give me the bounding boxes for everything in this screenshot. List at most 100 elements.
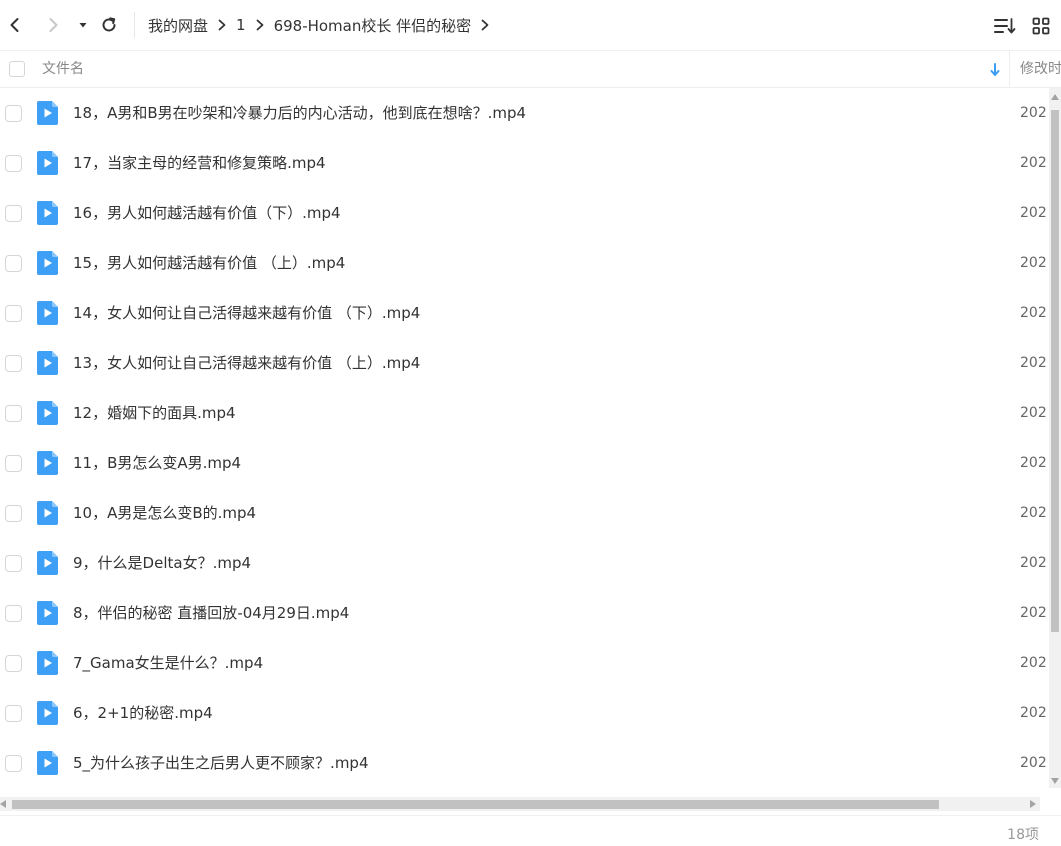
refresh-button[interactable]	[96, 12, 122, 38]
view-toggle-button[interactable]	[1029, 14, 1053, 38]
top-toolbar: 我的网盘 1 698-Homan校长 伴侣的秘密	[0, 0, 1061, 50]
file-modified-time: 202	[1020, 505, 1047, 521]
chevron-right-icon[interactable]	[480, 19, 490, 31]
file-name[interactable]: 6，2+1的秘密.mp4	[73, 688, 213, 738]
file-row[interactable]: 9，什么是Delta女？.mp4 202	[0, 538, 1049, 588]
file-row[interactable]: 11，B男怎么变A男.mp4 202	[0, 438, 1049, 488]
file-list-header: 文件名 修改时	[0, 50, 1061, 88]
file-name[interactable]: 11，B男怎么变A男.mp4	[73, 438, 241, 488]
vertical-scrollbar-thumb[interactable]	[1051, 110, 1059, 632]
file-name[interactable]: 13，女人如何让自己活得越来越有价值 （上）.mp4	[73, 338, 420, 388]
vertical-scrollbar[interactable]	[1049, 88, 1061, 788]
file-checkbox[interactable]	[5, 305, 22, 322]
file-checkbox[interactable]	[5, 555, 22, 572]
horizontal-scrollbar[interactable]	[0, 797, 1040, 811]
file-modified-time: 202	[1020, 205, 1047, 221]
file-row[interactable]: 15，男人如何越活越有价值 （上）.mp4 202	[0, 238, 1049, 288]
file-row[interactable]: 10，A男是怎么变B的.mp4 202	[0, 488, 1049, 538]
file-modified-time: 202	[1020, 605, 1047, 621]
file-checkbox[interactable]	[5, 105, 22, 122]
video-file-icon	[37, 751, 58, 775]
file-checkbox[interactable]	[5, 455, 22, 472]
file-row[interactable]: 16，男人如何越活越有价值（下）.mp4 202	[0, 188, 1049, 238]
file-name[interactable]: 7_Gama女生是什么？.mp4	[73, 638, 263, 688]
column-resize-handle[interactable]	[1009, 51, 1010, 88]
scroll-down-arrow-icon[interactable]	[1051, 778, 1059, 784]
file-row[interactable]: 7_Gama女生是什么？.mp4 202	[0, 638, 1049, 688]
file-checkbox[interactable]	[5, 155, 22, 172]
file-modified-time: 202	[1020, 255, 1047, 271]
file-name[interactable]: 8，伴侣的秘密 直播回放-04月29日.mp4	[73, 588, 349, 638]
sort-descending-icon[interactable]	[988, 62, 1002, 78]
sort-button[interactable]	[993, 14, 1017, 38]
video-file-icon	[37, 301, 58, 325]
file-modified-time: 202	[1020, 405, 1047, 421]
chevron-right-icon	[217, 19, 227, 31]
file-modified-time: 202	[1020, 655, 1047, 671]
breadcrumb-item-folder-1[interactable]: 1	[236, 16, 246, 34]
scroll-left-arrow-icon[interactable]	[0, 800, 6, 808]
file-name[interactable]: 15，男人如何越活越有价值 （上）.mp4	[73, 238, 345, 288]
file-name[interactable]: 12，婚姻下的面具.mp4	[73, 388, 236, 438]
file-checkbox[interactable]	[5, 505, 22, 522]
video-file-icon	[37, 251, 58, 275]
scroll-right-arrow-icon[interactable]	[1030, 800, 1036, 808]
scroll-up-arrow-icon[interactable]	[1051, 94, 1059, 100]
breadcrumb-item-root[interactable]: 我的网盘	[148, 15, 208, 36]
file-name[interactable]: 9，什么是Delta女？.mp4	[73, 538, 251, 588]
file-row[interactable]: 5_为什么孩子出生之后男人更不顾家？.mp4 202	[0, 738, 1049, 788]
breadcrumb-item-current-folder[interactable]: 698-Homan校长 伴侣的秘密	[274, 15, 472, 36]
file-checkbox[interactable]	[5, 205, 22, 222]
file-row[interactable]: 6，2+1的秘密.mp4 202	[0, 688, 1049, 738]
file-modified-time: 202	[1020, 755, 1047, 771]
file-modified-time: 202	[1020, 105, 1047, 121]
back-button[interactable]	[2, 12, 28, 38]
caret-down-icon	[79, 23, 87, 28]
refresh-icon	[102, 17, 116, 32]
column-header-modified[interactable]: 修改时	[1020, 51, 1061, 88]
file-name[interactable]: 18，A男和B男在吵架和冷暴力后的内心活动，他到底在想啥？.mp4	[73, 88, 526, 138]
file-modified-time: 202	[1020, 305, 1047, 321]
file-checkbox[interactable]	[5, 755, 22, 772]
video-file-icon	[37, 351, 58, 375]
file-checkbox[interactable]	[5, 605, 22, 622]
video-file-icon	[37, 101, 58, 125]
video-file-icon	[37, 501, 58, 525]
file-checkbox[interactable]	[5, 255, 22, 272]
forward-icon	[49, 18, 58, 32]
file-checkbox[interactable]	[5, 355, 22, 372]
file-modified-time: 202	[1020, 555, 1047, 571]
video-file-icon	[37, 151, 58, 175]
file-modified-time: 202	[1020, 455, 1047, 471]
video-file-icon	[37, 451, 58, 475]
file-row[interactable]: 8，伴侣的秘密 直播回放-04月29日.mp4 202	[0, 588, 1049, 638]
file-checkbox[interactable]	[5, 705, 22, 722]
grid-view-icon	[1032, 17, 1050, 35]
file-list: 18，A男和B男在吵架和冷暴力后的内心活动，他到底在想啥？.mp4 202 17，当…	[0, 88, 1049, 788]
column-header-name[interactable]: 文件名	[42, 51, 84, 88]
toolbar-divider	[134, 12, 135, 38]
file-name[interactable]: 5_为什么孩子出生之后男人更不顾家？.mp4	[73, 738, 369, 788]
file-row[interactable]: 18，A男和B男在吵架和冷暴力后的内心活动，他到底在想啥？.mp4 202	[0, 88, 1049, 138]
file-name[interactable]: 16，男人如何越活越有价值（下）.mp4	[73, 188, 341, 238]
status-bar: 18项	[0, 815, 1061, 846]
video-file-icon	[37, 201, 58, 225]
file-row[interactable]: 17，当家主母的经营和修复策略.mp4 202	[0, 138, 1049, 188]
file-name[interactable]: 17，当家主母的经营和修复策略.mp4	[73, 138, 326, 188]
file-modified-time: 202	[1020, 705, 1047, 721]
file-checkbox[interactable]	[5, 655, 22, 672]
file-checkbox[interactable]	[5, 405, 22, 422]
file-row[interactable]: 12，婚姻下的面具.mp4 202	[0, 388, 1049, 438]
video-file-icon	[37, 601, 58, 625]
history-dropdown-button[interactable]	[70, 12, 96, 38]
video-file-icon	[37, 701, 58, 725]
horizontal-scrollbar-thumb[interactable]	[12, 800, 939, 809]
forward-button[interactable]	[40, 12, 66, 38]
chevron-right-icon	[255, 19, 265, 31]
file-name[interactable]: 14，女人如何让自己活得越来越有价值 （下）.mp4	[73, 288, 420, 338]
file-name[interactable]: 10，A男是怎么变B的.mp4	[73, 488, 256, 538]
select-all-checkbox[interactable]	[9, 61, 25, 77]
file-row[interactable]: 13，女人如何让自己活得越来越有价值 （上）.mp4 202	[0, 338, 1049, 388]
video-file-icon	[37, 401, 58, 425]
file-row[interactable]: 14，女人如何让自己活得越来越有价值 （下）.mp4 202	[0, 288, 1049, 338]
